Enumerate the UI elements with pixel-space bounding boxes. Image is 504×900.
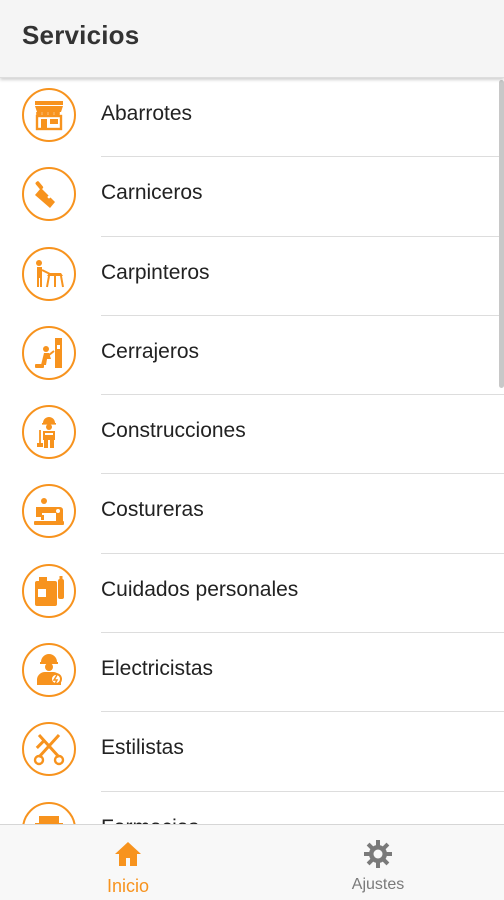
personal-care-icon	[22, 563, 76, 618]
service-item-cuidados-personales[interactable]: Cuidados personales	[0, 554, 504, 634]
home-icon	[115, 842, 141, 866]
app-header: Servicios	[0, 0, 504, 78]
service-item-carpinteros[interactable]: Carpinteros	[0, 237, 504, 316]
page-title: Servicios	[22, 20, 140, 50]
service-label: Carniceros	[101, 181, 203, 205]
service-label: Construcciones	[101, 419, 246, 443]
service-label: Estilistas	[101, 736, 184, 760]
carpenter-icon	[22, 246, 76, 301]
service-label: Cerrajeros	[101, 339, 200, 363]
service-item-cerrajeros[interactable]: Cerrajeros	[0, 316, 504, 396]
service-item-electricistas[interactable]: Electricistas	[0, 633, 504, 713]
tab-label: Ajustes	[351, 876, 405, 893]
construction-worker-icon	[22, 405, 76, 460]
electrician-icon	[22, 643, 76, 698]
tab-ajustes[interactable]: Ajustes	[252, 825, 504, 900]
cleaver-icon	[22, 167, 76, 222]
pharmacy-icon	[22, 801, 76, 824]
services-list: Abarrotes Carniceros Carpinteros Cerraje…	[0, 78, 504, 824]
service-label: Costureras	[101, 498, 204, 522]
sewing-machine-icon	[22, 484, 76, 539]
service-item-farmacias[interactable]: Farmacias	[0, 792, 504, 824]
app-screen: Servicios Abarrotes Carniceros Carpinter…	[0, 0, 504, 900]
service-label: Cuidados personales	[101, 577, 299, 601]
service-label: Electricistas	[101, 657, 214, 681]
store-icon	[22, 88, 76, 142]
service-item-carniceros[interactable]: Carniceros	[0, 157, 504, 237]
locksmith-icon	[22, 325, 76, 380]
bottom-tab-bar: Inicio Ajustes	[0, 824, 504, 900]
service-item-abarrotes[interactable]: Abarrotes	[0, 78, 504, 158]
service-item-costureras[interactable]: Costureras	[0, 474, 504, 554]
service-item-estilistas[interactable]: Estilistas	[0, 712, 504, 792]
scissors-comb-icon	[22, 722, 76, 777]
service-item-construcciones[interactable]: Construcciones	[0, 395, 504, 475]
list-scrollbar[interactable]	[499, 80, 504, 388]
service-label: Abarrotes	[101, 102, 193, 125]
service-label: Farmacias	[101, 816, 199, 824]
tab-inicio[interactable]: Inicio	[0, 825, 252, 900]
gear-icon	[364, 840, 392, 868]
services-list-viewport[interactable]: Abarrotes Carniceros Carpinteros Cerraje…	[0, 78, 504, 824]
tab-label: Inicio	[106, 876, 150, 896]
service-label: Carpinteros	[101, 260, 210, 284]
